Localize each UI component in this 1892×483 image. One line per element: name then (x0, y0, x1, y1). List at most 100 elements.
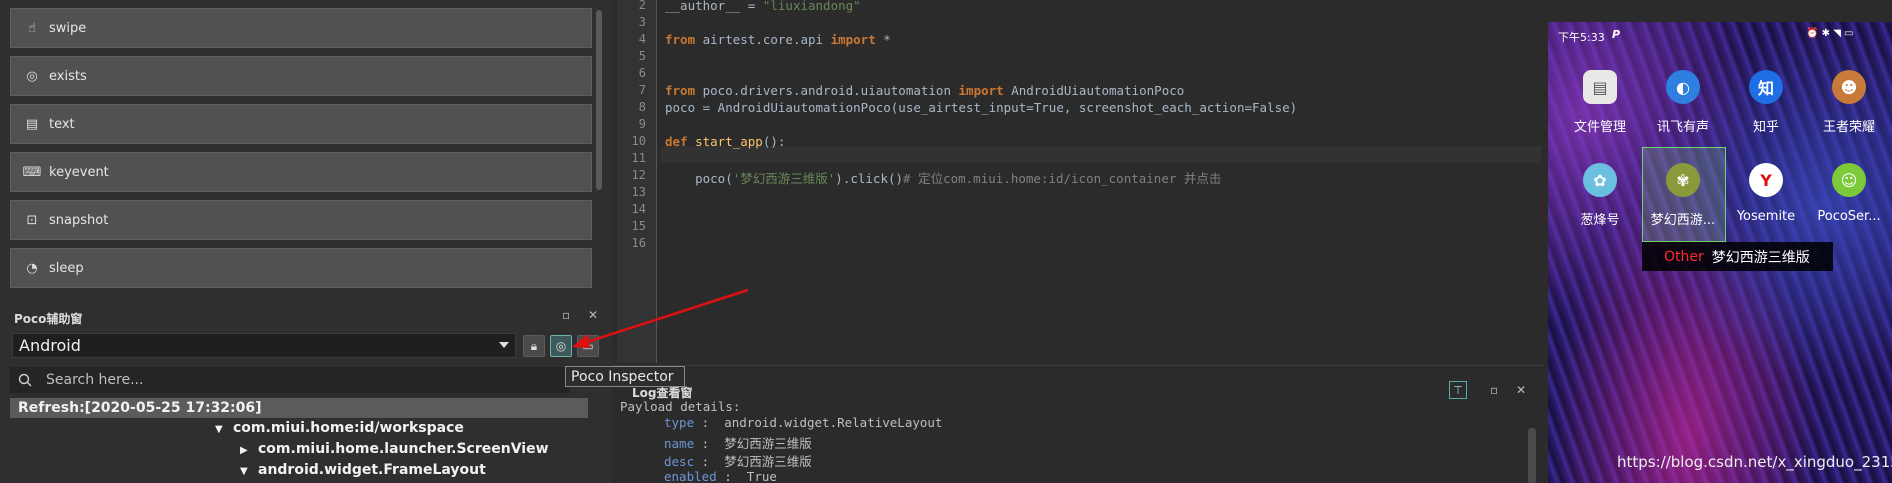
api-item-sleep[interactable]: ◔ sleep (10, 248, 592, 288)
line-number: 12 (631, 168, 646, 182)
api-item-label: snapshot (49, 212, 109, 228)
app-file-manager[interactable]: ▤ 文件管理 (1559, 70, 1641, 135)
app-menghuan[interactable]: ✾ 梦幻西游... (1642, 163, 1724, 228)
code-line: __author__ = "liuxiandong" (665, 0, 861, 13)
app-pocoservice[interactable]: ☺ PocoSer... (1808, 163, 1890, 224)
tree-refresh-row[interactable]: Refresh:[2020-05-25 17:32:06] (10, 398, 588, 418)
tree-node[interactable]: ▼ android.widget.FrameLayout (240, 462, 486, 478)
xunfei-icon: ◐ (1666, 70, 1700, 104)
watermark-url: https://blog.csdn.net/x_xingduo_2315 (1617, 453, 1892, 471)
left-panel: ☝ swipe ◎ exists ▤ text ⌨ keyevent ⊡ sna… (0, 0, 612, 483)
text-icon: ▤ (25, 116, 39, 132)
check-circle-icon: ◎ (26, 68, 38, 84)
line-number-gutter: 2 3 4 5 6 7 8 9 10 11 12 13 14 15 16 (617, 0, 657, 363)
menghuan-icon: ✾ (1666, 163, 1700, 197)
float-panel-icon[interactable]: ▫ (562, 308, 570, 322)
log-row: name : 梦幻西游三维版 (664, 436, 812, 451)
inspector-icon: ◎ (555, 339, 567, 353)
line-number: 14 (631, 202, 646, 216)
code-editor[interactable]: 2 3 4 5 6 7 8 9 10 11 12 13 14 15 16 __a… (617, 0, 1576, 363)
chevron-down-icon (499, 342, 509, 348)
log-row: enabled : True (664, 469, 777, 483)
expanded-arrow-icon[interactable]: ▼ (240, 466, 258, 477)
platform-select[interactable]: Android (12, 333, 516, 358)
api-item-label: exists (49, 68, 87, 84)
api-item-keyevent[interactable]: ⌨ keyevent (10, 152, 592, 192)
line-number: 8 (638, 100, 646, 114)
api-list-scrollbar[interactable] (596, 10, 602, 190)
app-label: 王者荣耀 (1822, 120, 1875, 135)
log-row: type : android.widget.RelativeLayout (664, 415, 943, 430)
code-line: poco('梦幻西游三维版').click()# 定位com.miui.home… (665, 171, 1222, 186)
yosemite-icon: Y (1749, 163, 1783, 197)
log-panel: Log查看窗 ⊤ ▫ ✕ Payload details: type : and… (612, 365, 1544, 483)
line-number: 15 (631, 219, 646, 233)
tree-node-label: android.widget.FrameLayout (258, 462, 486, 478)
code-line: def start_app(): (665, 134, 786, 149)
record-button[interactable]: ▭ (577, 335, 599, 357)
lock-icon: 🔒︎ (530, 338, 538, 353)
app-label: PocoSer... (1817, 209, 1881, 224)
node-name: 梦幻西游三维版 (1711, 249, 1810, 266)
app-xunfei[interactable]: ◐ 讯飞有声 (1642, 70, 1724, 135)
phone-statusbar: 下午5:33 P ⏰ ✱ ◥ ▭ (1548, 22, 1892, 50)
app-label: 葱烽号 (1580, 213, 1620, 228)
line-number: 5 (638, 49, 646, 63)
app-label: 梦幻西游... (1650, 213, 1716, 228)
line-number: 7 (638, 83, 646, 97)
swipe-icon: ☝ (28, 20, 36, 36)
code-content: __author__ = "liuxiandong" from airtest.… (661, 0, 1541, 363)
app-label: 知乎 (1752, 120, 1779, 135)
collapsed-arrow-icon[interactable]: ▶ (240, 445, 258, 456)
app-zhihu[interactable]: 知 知乎 (1725, 70, 1807, 135)
poco-inspector-tooltip: Poco Inspector (565, 366, 685, 387)
line-number: 13 (631, 185, 646, 199)
api-item-swipe[interactable]: ☝ swipe (10, 8, 592, 48)
keyboard-icon: ⌨ (22, 164, 42, 180)
android-icon: ☺ (1832, 163, 1866, 197)
line-number: 3 (638, 15, 646, 29)
status-icons: ⏰ ✱ ◥ ▭ (1806, 28, 1854, 39)
app-label: 文件管理 (1573, 120, 1626, 135)
code-line: poco = AndroidUiautomationPoco(use_airte… (665, 100, 1298, 115)
filter-button[interactable]: ⊤ (1449, 381, 1467, 399)
app-label: 讯飞有声 (1656, 120, 1709, 135)
tree-node[interactable]: ▼ com.miui.home:id/workspace (215, 420, 464, 436)
api-item-label: sleep (49, 260, 84, 276)
app-wangzhe[interactable]: ☻ 王者荣耀 (1808, 70, 1890, 135)
poco-inspector-button[interactable]: ◎ (550, 335, 572, 357)
line-number: 9 (638, 117, 646, 131)
api-item-text[interactable]: ▤ text (10, 104, 592, 144)
search-icon (18, 373, 32, 387)
phone-time: 下午5:33 (1558, 31, 1605, 44)
api-item-exists[interactable]: ◎ exists (10, 56, 592, 96)
code-line: from airtest.core.api import * (665, 32, 891, 47)
tree-node[interactable]: ▶ com.miui.home.launcher.ScreenView (240, 441, 549, 457)
app-icon: ✿ (1583, 163, 1617, 197)
code-line: from poco.drivers.android.uiautomation i… (665, 83, 1185, 98)
search-input[interactable]: Search here... (10, 367, 570, 393)
filter-icon: ⊤ (1453, 383, 1463, 397)
line-number: 11 (631, 151, 646, 165)
expanded-arrow-icon[interactable]: ▼ (215, 424, 233, 435)
tree-node-label: com.miui.home:id/workspace (233, 420, 464, 436)
api-item-label: keyevent (49, 164, 109, 180)
api-item-snapshot[interactable]: ⊡ snapshot (10, 200, 592, 240)
notification-icon: P (1612, 28, 1621, 41)
line-number: 6 (638, 66, 646, 80)
close-log-icon[interactable]: ✕ (1516, 383, 1526, 397)
file-manager-icon: ▤ (1583, 70, 1617, 104)
lock-button[interactable]: 🔒︎ (523, 335, 545, 357)
app-congfeng[interactable]: ✿ 葱烽号 (1559, 163, 1641, 228)
log-scrollbar[interactable] (1528, 428, 1536, 483)
app-yosemite[interactable]: Y Yosemite (1725, 163, 1807, 224)
api-item-label: swipe (49, 20, 87, 36)
line-number: 4 (638, 32, 646, 46)
log-header: Payload details: (620, 399, 741, 414)
poco-panel-title: Poco辅助窗 (14, 312, 83, 326)
hierarchy-tree: Refresh:[2020-05-25 17:32:06] ▼ com.miui.… (10, 398, 592, 483)
float-log-icon[interactable]: ▫ (1490, 383, 1498, 397)
close-panel-icon[interactable]: ✕ (588, 308, 598, 322)
record-icon: ▭ (582, 339, 594, 353)
zhihu-icon: 知 (1749, 70, 1783, 104)
